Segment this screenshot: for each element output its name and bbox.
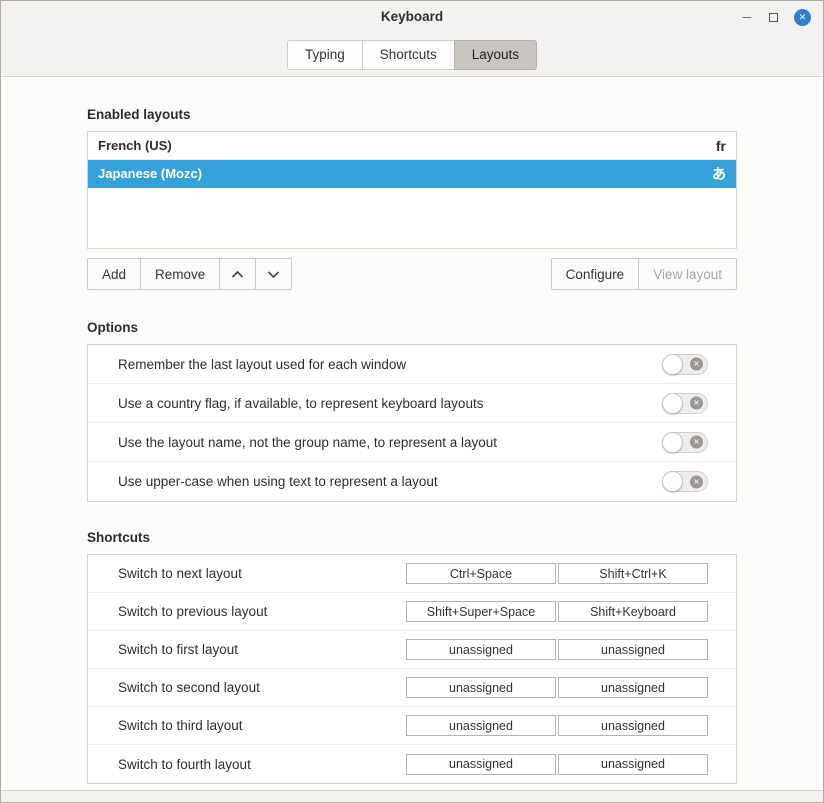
shortcut-label: Switch to previous layout: [118, 604, 267, 619]
add-layout-button[interactable]: Add: [87, 258, 141, 290]
option-label: Use upper-case when using text to repres…: [118, 474, 438, 489]
keybinding-button-1[interactable]: unassigned: [406, 715, 556, 736]
list-edit-button-group: Add Remove: [87, 258, 292, 290]
shortcut-label: Switch to fourth layout: [118, 757, 251, 772]
keybinding-button-2[interactable]: unassigned: [558, 754, 708, 775]
keybinding-pair: unassigned unassigned: [406, 639, 708, 660]
layout-action-button-group: Configure View layout: [551, 258, 737, 290]
shortcut-row-third-layout: Switch to third layout unassigned unassi…: [88, 707, 736, 745]
keybinding-button-2[interactable]: Shift+Ctrl+K: [558, 563, 708, 584]
remember-layout-toggle[interactable]: ✕: [662, 354, 708, 375]
keybinding-button-2[interactable]: unassigned: [558, 677, 708, 698]
shortcuts-heading: Shortcuts: [87, 502, 737, 554]
move-layout-up-button[interactable]: [219, 258, 256, 290]
upper-case-toggle[interactable]: ✕: [662, 471, 708, 492]
remove-layout-button[interactable]: Remove: [140, 258, 220, 290]
close-icon[interactable]: ✕: [794, 9, 811, 26]
keybinding-pair: Shift+Super+Space Shift+Keyboard: [406, 601, 708, 622]
tab-layouts[interactable]: Layouts: [454, 40, 537, 70]
enabled-layouts-heading: Enabled layouts: [87, 77, 737, 131]
chevron-down-icon: [267, 267, 280, 282]
layout-row-japanese[interactable]: Japanese (Mozc) あ: [88, 160, 736, 188]
keybinding-button-1[interactable]: unassigned: [406, 754, 556, 775]
option-row-remember-layout: Remember the last layout used for each w…: [88, 345, 736, 384]
shortcut-label: Switch to next layout: [118, 566, 242, 581]
option-row-upper-case: Use upper-case when using text to repres…: [88, 462, 736, 501]
layout-name: French (US): [98, 138, 172, 153]
options-panel: Remember the last layout used for each w…: [87, 344, 737, 502]
layout-name: Japanese (Mozc): [98, 166, 202, 181]
toggle-off-icon: ✕: [690, 436, 703, 449]
toggle-off-icon: ✕: [690, 475, 703, 488]
titlebar: Keyboard ─ ✕: [1, 1, 823, 33]
layout-list-toolbar: Add Remove Configure View layout: [87, 258, 737, 290]
maximize-icon[interactable]: [769, 13, 778, 22]
shortcut-row-fourth-layout: Switch to fourth layout unassigned unass…: [88, 745, 736, 783]
keybinding-button-1[interactable]: Ctrl+Space: [406, 563, 556, 584]
option-row-layout-name: Use the layout name, not the group name,…: [88, 423, 736, 462]
toggle-knob: [662, 471, 683, 492]
window-title: Keyboard: [1, 1, 823, 33]
layout-indicator-badge: あ: [712, 164, 726, 184]
keybinding-button-1[interactable]: unassigned: [406, 677, 556, 698]
option-label: Use the layout name, not the group name,…: [118, 435, 497, 450]
option-label: Remember the last layout used for each w…: [118, 357, 406, 372]
window-controls: ─ ✕: [741, 1, 811, 33]
keybinding-pair: unassigned unassigned: [406, 715, 708, 736]
layout-row-french[interactable]: French (US) fr: [88, 132, 736, 160]
move-layout-down-button[interactable]: [255, 258, 292, 290]
minimize-icon[interactable]: ─: [741, 14, 753, 20]
toggle-knob: [662, 432, 683, 453]
option-row-country-flag: Use a country flag, if available, to rep…: [88, 384, 736, 423]
keybinding-button-1[interactable]: unassigned: [406, 639, 556, 660]
window-bottom-edge: [1, 790, 823, 802]
layout-indicator-badge: fr: [716, 138, 726, 154]
view-layout-button[interactable]: View layout: [638, 258, 737, 290]
keybinding-pair: unassigned unassigned: [406, 677, 708, 698]
tab-bar: Typing Shortcuts Layouts: [1, 33, 823, 77]
keybinding-button-2[interactable]: unassigned: [558, 639, 708, 660]
layouts-page: Enabled layouts French (US) fr Japanese …: [1, 77, 823, 790]
shortcut-row-next-layout: Switch to next layout Ctrl+Space Shift+C…: [88, 555, 736, 593]
configure-layout-button[interactable]: Configure: [551, 258, 640, 290]
shortcut-row-second-layout: Switch to second layout unassigned unass…: [88, 669, 736, 707]
shortcuts-panel: Switch to next layout Ctrl+Space Shift+C…: [87, 554, 737, 784]
keybinding-button-2[interactable]: Shift+Keyboard: [558, 601, 708, 622]
toggle-knob: [662, 393, 683, 414]
shortcut-label: Switch to second layout: [118, 680, 260, 695]
shortcut-label: Switch to third layout: [118, 718, 243, 733]
tab-shortcuts[interactable]: Shortcuts: [362, 40, 455, 70]
keybinding-button-2[interactable]: unassigned: [558, 715, 708, 736]
options-heading: Options: [87, 290, 737, 344]
tab-group: Typing Shortcuts Layouts: [287, 40, 537, 70]
toggle-off-icon: ✕: [690, 358, 703, 371]
enabled-layouts-list: French (US) fr Japanese (Mozc) あ: [87, 131, 737, 249]
keybinding-pair: Ctrl+Space Shift+Ctrl+K: [406, 563, 708, 584]
option-label: Use a country flag, if available, to rep…: [118, 396, 483, 411]
toggle-off-icon: ✕: [690, 397, 703, 410]
keybinding-pair: unassigned unassigned: [406, 754, 708, 775]
layout-name-toggle[interactable]: ✕: [662, 432, 708, 453]
tab-typing[interactable]: Typing: [287, 40, 363, 70]
shortcut-label: Switch to first layout: [118, 642, 238, 657]
shortcut-row-previous-layout: Switch to previous layout Shift+Super+Sp…: [88, 593, 736, 631]
shortcut-row-first-layout: Switch to first layout unassigned unassi…: [88, 631, 736, 669]
country-flag-toggle[interactable]: ✕: [662, 393, 708, 414]
keyboard-settings-window: Keyboard ─ ✕ Typing Shortcuts Layouts En…: [0, 0, 824, 803]
toggle-knob: [662, 354, 683, 375]
keybinding-button-1[interactable]: Shift+Super+Space: [406, 601, 556, 622]
chevron-up-icon: [231, 267, 244, 282]
